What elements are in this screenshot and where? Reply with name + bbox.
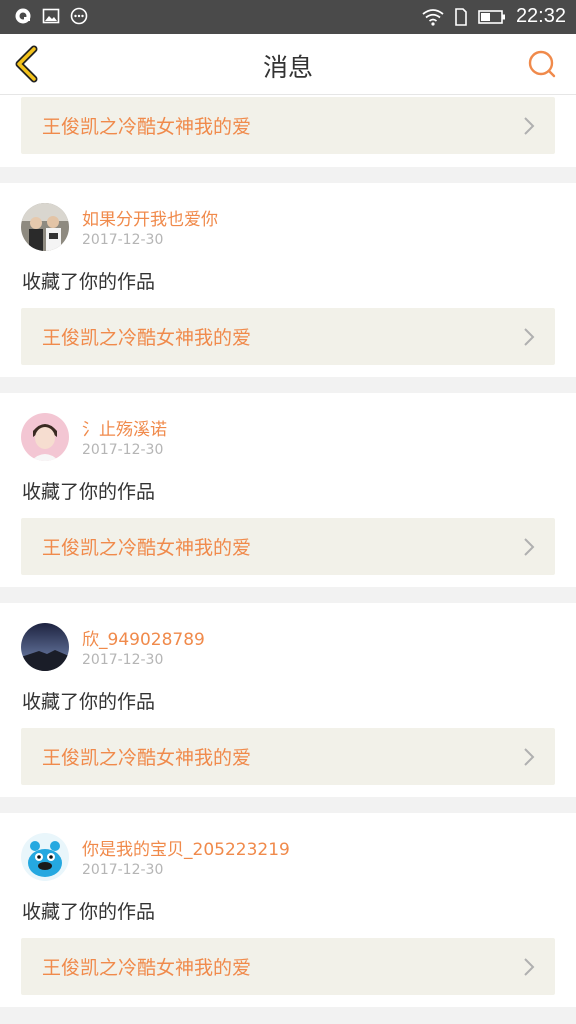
work-link[interactable]: 王俊凯之冷酷女神我的爱 xyxy=(21,728,555,785)
work-title: 王俊凯之冷酷女神我的爱 xyxy=(42,537,252,559)
username-link[interactable]: 你是我的宝贝_205223219 xyxy=(82,835,290,860)
header-bar: 消息 xyxy=(0,34,576,95)
page-title: 消息 xyxy=(262,53,313,82)
username-link[interactable]: 如果分开我也爱你 xyxy=(82,205,218,230)
avatar-image xyxy=(21,413,69,461)
message-action-text: 收藏了你的作品 xyxy=(22,271,156,293)
wifi-icon xyxy=(422,8,444,26)
work-title: 王俊凯之冷酷女神我的爱 xyxy=(42,957,252,979)
avatar[interactable] xyxy=(21,623,69,671)
status-bar: 22:32 xyxy=(0,0,576,34)
avatar[interactable] xyxy=(21,413,69,461)
work-title: 王俊凯之冷酷女神我的爱 xyxy=(42,327,252,349)
work-link[interactable]: 王俊凯之冷酷女神我的爱 xyxy=(21,97,555,154)
work-title: 王俊凯之冷酷女神我的爱 xyxy=(42,116,252,138)
sim-icon xyxy=(455,7,467,26)
chevron-right-icon xyxy=(524,748,535,766)
message-date: 2017-12-30 xyxy=(82,442,164,458)
message-card-partial: 王俊凯之冷酷女神我的爱 xyxy=(0,95,576,167)
message-card: 欣_949028789 2017-12-30 收藏了你的作品 王俊凯之冷酷女神我… xyxy=(0,603,576,797)
avatar[interactable] xyxy=(21,203,69,251)
avatar-image xyxy=(21,623,69,671)
avatar-image xyxy=(21,203,69,251)
username-link[interactable]: 氵止殇溪诺 xyxy=(82,415,167,440)
message-date: 2017-12-30 xyxy=(82,232,164,248)
message-card: 你是我的宝贝_205223219 2017-12-30 收藏了你的作品 王俊凯之… xyxy=(0,813,576,1007)
work-link[interactable]: 王俊凯之冷酷女神我的爱 xyxy=(21,938,555,995)
search-button[interactable] xyxy=(526,48,558,80)
username-link[interactable]: 欣_949028789 xyxy=(82,625,205,650)
gallery-icon xyxy=(42,8,60,24)
message-list: 王俊凯之冷酷女神我的爱 如果分开我也爱你 2017-12-30 收藏了你的作品 … xyxy=(0,95,576,1023)
message-card: 如果分开我也爱你 2017-12-30 收藏了你的作品 王俊凯之冷酷女神我的爱 xyxy=(0,183,576,377)
clock: 22:32 xyxy=(515,5,566,27)
more-dots-icon xyxy=(70,7,88,25)
qq-icon xyxy=(15,8,31,24)
message-action-text: 收藏了你的作品 xyxy=(22,901,156,923)
message-date: 2017-12-30 xyxy=(82,862,164,878)
work-link[interactable]: 王俊凯之冷酷女神我的爱 xyxy=(21,308,555,365)
message-action-text: 收藏了你的作品 xyxy=(22,691,156,713)
message-card: 氵止殇溪诺 2017-12-30 收藏了你的作品 王俊凯之冷酷女神我的爱 xyxy=(0,393,576,587)
chevron-right-icon xyxy=(524,117,535,135)
avatar-image xyxy=(21,833,69,881)
chevron-right-icon xyxy=(524,958,535,976)
chevron-right-icon xyxy=(524,538,535,556)
avatar[interactable] xyxy=(21,833,69,881)
search-icon xyxy=(528,50,556,78)
message-date: 2017-12-30 xyxy=(82,652,164,668)
work-link[interactable]: 王俊凯之冷酷女神我的爱 xyxy=(21,518,555,575)
chevron-right-icon xyxy=(524,328,535,346)
work-title: 王俊凯之冷酷女神我的爱 xyxy=(42,747,252,769)
message-action-text: 收藏了你的作品 xyxy=(22,481,156,503)
battery-icon xyxy=(478,9,505,24)
